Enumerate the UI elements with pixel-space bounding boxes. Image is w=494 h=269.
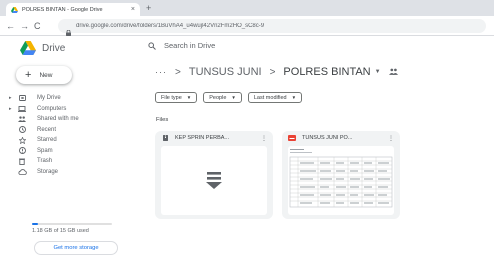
caret-down-icon: ▼ — [186, 95, 192, 100]
sidebar-item-label: Storage — [37, 168, 59, 175]
sidebar-nav: ▸ My Drive ▸ Computers Shared with me Re… — [0, 93, 145, 177]
file-card-header: TUNSUS JUNI PO... ⋮ — [282, 131, 400, 145]
drive-app: Drive Search in Drive + New ▸ My Drive ▸… — [0, 36, 494, 269]
address-bar[interactable]: drive.google.com/drive/folders/1BuVhA4_u… — [58, 19, 486, 36]
browser-tab-bar: POLRES BINTAN - Google Drive × + — [0, 0, 494, 16]
close-tab-icon[interactable]: × — [131, 6, 135, 13]
sidebar-item-my-drive[interactable]: ▸ My Drive — [0, 93, 145, 104]
sidebar-item-trash[interactable]: Trash — [0, 156, 145, 167]
new-button-label: New — [39, 71, 53, 79]
drive-favicon-icon — [11, 6, 18, 13]
storage-progress-bar — [32, 223, 112, 225]
forward-arrow-icon[interactable]: → — [20, 20, 29, 32]
file-card-header: KEP SPRIN PERBA... ⋮ — [155, 131, 273, 145]
filter-people[interactable]: People ▼ — [203, 92, 242, 103]
computer-icon — [17, 105, 27, 112]
search-bar[interactable]: Search in Drive — [148, 41, 215, 50]
caret-down-icon[interactable]: ▼ — [375, 69, 381, 75]
sidebar-item-label: My Drive — [37, 95, 61, 102]
storage-usage-text: 1.18 GB of 15 GB used — [32, 228, 89, 234]
clock-icon — [17, 126, 27, 134]
sidebar-item-storage[interactable]: Storage — [0, 167, 145, 178]
star-icon — [17, 136, 27, 144]
filter-last-modified[interactable]: Last modified ▼ — [247, 92, 303, 103]
filter-chips: File type ▼ People ▼ Last modified ▼ — [155, 92, 303, 103]
sidebar-item-computers[interactable]: ▸ Computers — [0, 104, 145, 115]
file-thumbnail — [288, 146, 394, 215]
lock-icon — [66, 23, 71, 36]
reload-icon[interactable]: C — [34, 20, 41, 32]
breadcrumb: ··· > TUNSUS JUNI > POLRES BINTAN ▼ — [155, 66, 398, 78]
sidebar-item-starred[interactable]: Starred — [0, 135, 145, 146]
pdf-page-preview — [289, 149, 393, 208]
browser-tab-title: POLRES BINTAN - Google Drive — [22, 6, 103, 13]
file-card[interactable]: TUNSUS JUNI PO... ⋮ — [282, 131, 400, 219]
sidebar-item-label: Computers — [37, 105, 67, 112]
search-input[interactable]: Search in Drive — [164, 41, 215, 50]
caret-down-icon: ▼ — [291, 95, 297, 100]
drive-logo-icon — [20, 41, 36, 55]
browser-tab[interactable]: POLRES BINTAN - Google Drive × — [6, 3, 140, 16]
sidebar-item-recent[interactable]: Recent — [0, 125, 145, 136]
filter-label: People — [209, 94, 227, 101]
new-tab-button[interactable]: + — [146, 3, 151, 13]
file-card[interactable]: KEP SPRIN PERBA... ⋮ — [155, 131, 273, 219]
my-drive-icon — [17, 95, 27, 102]
sidebar-item-label: Starred — [37, 137, 57, 144]
caret-down-icon: ▼ — [231, 95, 236, 100]
breadcrumb-separator: > — [269, 66, 276, 78]
new-button[interactable]: + New — [16, 66, 72, 84]
expand-caret-icon[interactable]: ▸ — [9, 106, 15, 112]
breadcrumb-item-parent[interactable]: TUNSUS JUNI — [189, 66, 262, 78]
zip-file-icon — [206, 172, 222, 189]
sidebar-item-spam[interactable]: Spam — [0, 146, 145, 157]
sidebar-item-label: Recent — [37, 126, 57, 133]
sidebar-item-label: Trash — [37, 158, 53, 165]
search-icon — [148, 41, 156, 50]
file-name: TUNSUS JUNI PO... — [302, 135, 353, 141]
shared-folder-icon — [388, 66, 398, 78]
zip-icon — [161, 135, 169, 141]
shared-icon — [17, 116, 27, 123]
drive-logo-text: Drive — [42, 42, 66, 54]
storage-progress-fill — [32, 223, 39, 225]
filter-file-type[interactable]: File type ▼ — [155, 92, 198, 103]
filter-label: Last modified — [253, 94, 287, 101]
filter-label: File type — [161, 94, 182, 101]
url-text: drive.google.com/drive/folders/1BuVhA4_u… — [76, 23, 265, 29]
more-options-icon[interactable]: ⋮ — [261, 135, 267, 142]
pdf-icon — [288, 135, 296, 141]
sidebar-item-shared[interactable]: Shared with me — [0, 114, 145, 125]
breadcrumb-separator: > — [175, 66, 181, 78]
expand-caret-icon[interactable]: ▸ — [9, 95, 15, 101]
drive-logo[interactable]: Drive — [20, 41, 65, 55]
breadcrumb-more-button[interactable]: ··· — [155, 67, 167, 77]
sidebar: + New ▸ My Drive ▸ Computers Shared with… — [0, 60, 145, 269]
files-heading: Files — [156, 117, 169, 123]
breadcrumb-item-current[interactable]: POLRES BINTAN — [283, 66, 370, 78]
file-thumbnail — [161, 146, 267, 215]
get-more-storage-button[interactable]: Get more storage — [34, 241, 118, 255]
trash-icon — [17, 158, 27, 165]
cloud-icon — [17, 168, 27, 175]
drive-header: Drive Search in Drive — [0, 36, 494, 60]
sidebar-item-label: Shared with me — [37, 116, 79, 123]
main-content: ··· > TUNSUS JUNI > POLRES BINTAN ▼ File… — [145, 60, 494, 269]
back-arrow-icon[interactable]: ← — [6, 20, 15, 32]
plus-icon: + — [25, 69, 32, 81]
browser-toolbar: ← → C drive.google.com/drive/folders/1Bu… — [0, 16, 494, 36]
more-options-icon[interactable]: ⋮ — [388, 135, 394, 142]
file-name: KEP SPRIN PERBA... — [175, 135, 230, 141]
sidebar-item-label: Spam — [37, 147, 53, 154]
spam-icon — [17, 147, 27, 155]
